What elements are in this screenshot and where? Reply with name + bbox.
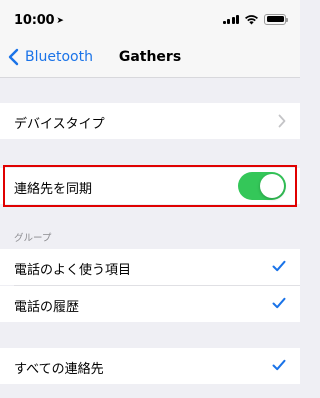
all-contacts-row[interactable]: すべての連絡先 [0,348,300,384]
wifi-icon [245,14,258,24]
status-time-text: 10:00 [14,13,55,28]
all-contacts-label: すべての連絡先 [14,362,104,377]
sync-contacts-row: 連絡先を同期 [0,168,300,204]
checkmark-icon [272,297,286,309]
group-item-phone-history[interactable]: 電話の履歴 [0,286,300,322]
page-title: Gathers [118,49,182,65]
navigation-bar: Bluetooth Gathers [0,38,300,78]
status-time: 10:00 ➤ [14,13,64,28]
battery-icon [264,13,288,25]
location-arrow-icon: ➤ [56,16,64,26]
device-type-label: デバイスタイプ [14,117,105,132]
checkmark-icon [272,359,286,371]
status-icons [222,13,288,25]
battery-level [266,16,284,22]
group-item-label: 電話のよく使う項目 [14,263,132,278]
toggle-knob [260,174,284,198]
cellular-signal-icon [222,14,239,24]
group-item-phone-favorites[interactable]: 電話のよく使う項目 [0,249,300,285]
sync-contacts-label: 連絡先を同期 [14,182,93,197]
status-bar: 10:00 ➤ [0,0,300,38]
device-type-row[interactable]: デバイスタイプ [0,103,300,139]
chevron-right-icon [278,114,286,128]
sync-contacts-toggle[interactable] [238,172,286,200]
checkmark-icon [272,260,286,272]
group-item-label: 電話の履歴 [14,300,80,315]
group-section-header: グループ [14,233,52,244]
